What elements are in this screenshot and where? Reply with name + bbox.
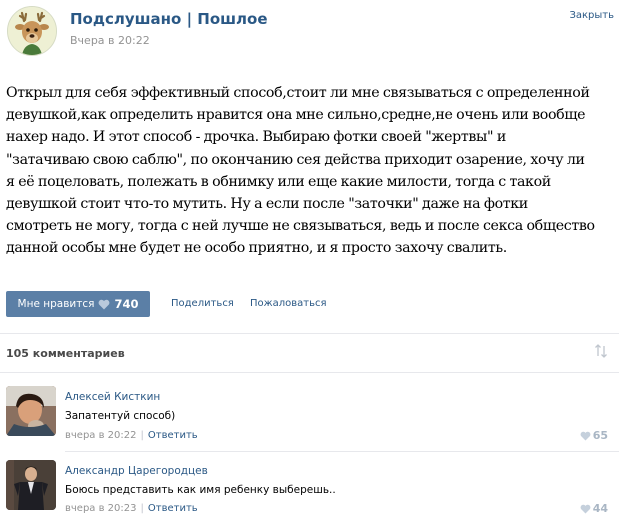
comment-text: Запатентуй способ)	[65, 410, 176, 422]
comment-like-button[interactable]: 44	[580, 502, 608, 515]
post-text-line: данной особы мне будет не особо приятно,…	[6, 240, 507, 257]
post-text-line: девушкой стоит что-то мутить. Ну а если …	[6, 196, 528, 213]
heart-icon	[580, 431, 591, 441]
user-photo-icon	[6, 460, 56, 510]
post-text-line: "затачиваю свою саблю", по окончанию сея…	[6, 151, 585, 168]
reply-link[interactable]: Ответить	[148, 503, 198, 514]
like-label: Мне нравится	[17, 298, 95, 310]
group-avatar[interactable]	[7, 6, 57, 56]
comment-meta: вчера в 20:22 | Ответить	[65, 430, 198, 441]
close-link[interactable]: Закрыть	[569, 10, 614, 21]
report-link[interactable]: Пожаловаться	[250, 298, 327, 309]
post-text-line: нахер надо. И этот способ - дрочка. Выби…	[6, 129, 506, 146]
post-text-line: смотреть не могу, тогда с ней лучше не с…	[6, 218, 595, 235]
comment-text: Боюсь представить как имя ребенку выбере…	[65, 484, 336, 496]
comment-like-button[interactable]: 65	[580, 429, 608, 442]
post-time[interactable]: Вчера в 20:22	[70, 34, 150, 47]
comment-meta: вчера в 20:23 | Ответить	[65, 503, 198, 514]
comment-author[interactable]: Александр Царегородцев	[65, 465, 208, 477]
separator: |	[140, 503, 144, 514]
heart-icon	[99, 299, 110, 309]
comment-like-count: 44	[592, 502, 608, 515]
comment-time[interactable]: вчера в 20:22	[65, 430, 137, 441]
divider	[65, 451, 619, 452]
deer-icon	[8, 7, 56, 55]
post-text-line: я её поцеловать, полежать в обнимку или …	[6, 173, 551, 190]
comments-count[interactable]: 105 комментариев	[6, 347, 125, 360]
comment-time[interactable]: вчера в 20:23	[65, 503, 137, 514]
divider	[0, 372, 619, 373]
separator: |	[140, 430, 144, 441]
comment-like-count: 65	[592, 429, 608, 442]
like-button[interactable]: Мне нравится 740	[6, 291, 150, 317]
group-name[interactable]: Подслушано | Пошлое	[70, 10, 268, 28]
heart-icon	[580, 504, 591, 514]
like-count: 740	[114, 297, 139, 311]
post-text-line: девушкой,как определить нравится она мне…	[6, 107, 586, 124]
reply-link[interactable]: Ответить	[148, 430, 198, 441]
sort-icon[interactable]	[594, 343, 608, 363]
post-text-line: Открыл для себя эффективный способ,стоит…	[6, 85, 590, 101]
user-photo-icon	[6, 386, 56, 436]
comment-avatar[interactable]	[6, 386, 56, 436]
divider	[0, 333, 619, 334]
comment-author[interactable]: Алексей Кисткин	[65, 391, 160, 403]
share-link[interactable]: Поделиться	[171, 298, 234, 309]
comment-avatar[interactable]	[6, 460, 56, 510]
post-text: Открыл для себя эффективный способ,стоит…	[6, 82, 616, 260]
